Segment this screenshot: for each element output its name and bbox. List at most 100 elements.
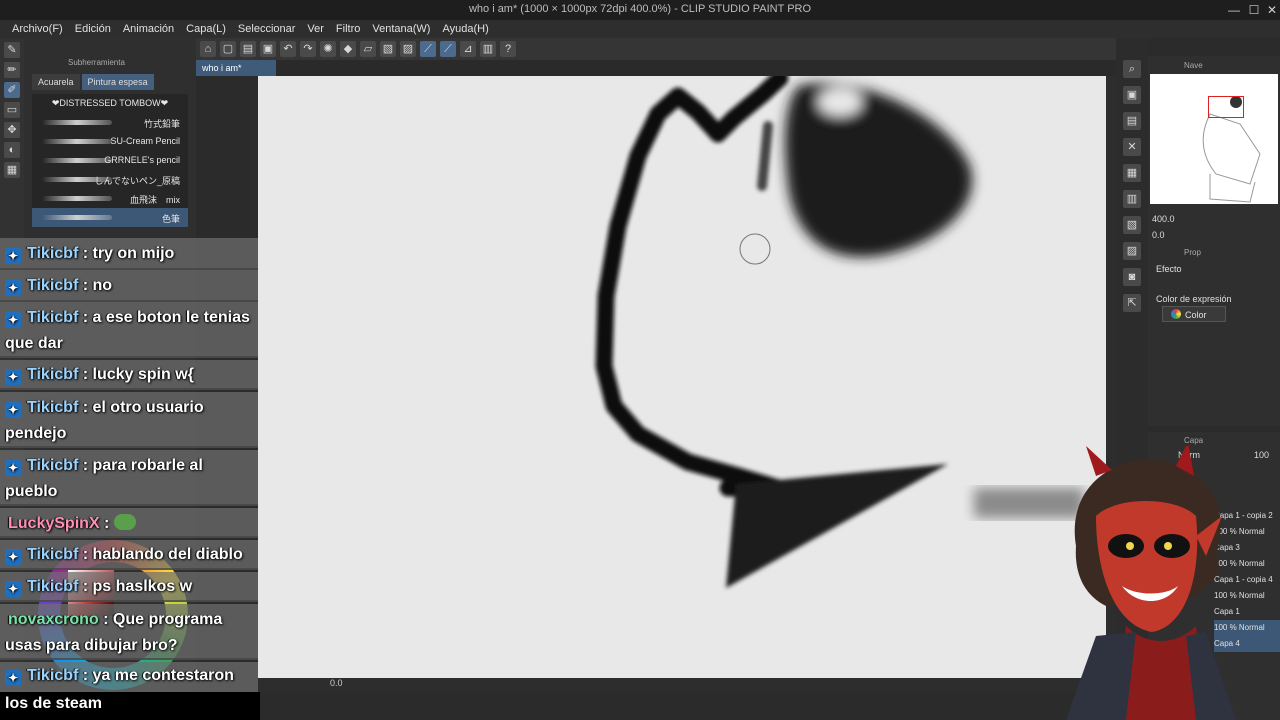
chat-badge-icon: ✦ <box>5 248 21 264</box>
pen-tool-icon[interactable]: ✎ <box>4 42 20 58</box>
menu-seleccionar[interactable]: Seleccionar <box>232 23 301 35</box>
properties-label: Prop <box>1184 248 1201 257</box>
frame-tool-icon[interactable]: ▦ <box>4 162 20 178</box>
redo-icon[interactable]: ↷ <box>300 41 316 57</box>
chat-line: LuckySpinX : <box>8 514 136 533</box>
help-icon[interactable]: ? <box>500 41 516 57</box>
brush-stroke-preview <box>42 196 112 201</box>
brush-item[interactable]: 血飛沫 mix <box>32 189 188 208</box>
chat-message: ✦ Tikicbf : ps haslkos w <box>0 572 258 602</box>
drawing-canvas[interactable] <box>258 76 1106 678</box>
brush-stroke-preview <box>42 120 112 125</box>
subtool-header: Subherramienta <box>68 58 125 67</box>
undo-icon[interactable]: ↶ <box>280 41 296 57</box>
home-icon[interactable]: ⌂ <box>200 41 216 57</box>
navigator-thumbnail[interactable] <box>1150 74 1278 204</box>
horizontal-scrollbar[interactable] <box>258 678 1106 692</box>
deselect-icon[interactable]: ▨ <box>400 41 416 57</box>
navigator-rotation[interactable]: 0.0 <box>1152 230 1165 240</box>
menu-animacion[interactable]: Animación <box>117 23 180 35</box>
fill-icon[interactable]: ◆ <box>340 41 356 57</box>
grid-icon[interactable]: ▦ <box>1123 164 1141 182</box>
brush-item[interactable]: GRRNELE's pencil <box>32 151 188 170</box>
layer-opacity-field[interactable]: 100 <box>1254 450 1269 460</box>
tab-acuarela[interactable]: Acuarela <box>32 74 80 90</box>
menu-archivo[interactable]: Archivo(F) <box>6 23 69 35</box>
pencil-tool-icon[interactable]: ✏ <box>4 62 20 78</box>
effect-label: Efecto <box>1156 264 1182 274</box>
brush-label: 血飛沫 mix <box>130 195 180 205</box>
stream-chat-overlay: ✦ Tikicbf : try on mijo ✦ Tikicbf : no ✦ Ti… <box>0 238 260 720</box>
navigator-sketch <box>1202 96 1261 203</box>
minimize-button[interactable]: — <box>1226 2 1242 18</box>
brush-item[interactable]: 竹式鉛筆 <box>32 113 188 132</box>
brush-item[interactable]: SU-Cream Pencil <box>32 132 188 151</box>
close-panel-icon[interactable]: ✕ <box>1123 138 1141 156</box>
brush-label: SU-Cream Pencil <box>110 136 180 146</box>
transform-icon[interactable]: ▧ <box>380 41 396 57</box>
color-set-icon[interactable]: ▧ <box>1123 216 1141 234</box>
camera-icon[interactable]: ◙ <box>1123 268 1141 286</box>
menu-ver[interactable]: Ver <box>301 23 330 35</box>
layers-icon[interactable]: ▤ <box>1123 112 1141 130</box>
brush-stroke-preview <box>42 177 112 182</box>
chat-message: ✦ Tikicbf : lucky spin w{ <box>0 360 258 390</box>
chat-line: novaxcrono : Que programa <box>8 611 223 628</box>
save-icon[interactable]: ▣ <box>260 41 276 57</box>
brush-stroke-preview <box>42 139 112 144</box>
chat-line: ✦ Tikicbf : para robarle al <box>5 457 203 476</box>
menu-filtro[interactable]: Filtro <box>330 23 366 35</box>
chat-badge-icon: ✦ <box>5 280 21 296</box>
blend-tool-icon[interactable]: ◐ <box>4 142 20 158</box>
export-icon[interactable]: ⇱ <box>1123 294 1141 312</box>
snap-special-icon[interactable]: ⟋ <box>440 41 456 57</box>
chat-text: para robarle al <box>92 457 203 474</box>
maximize-button[interactable]: ☐ <box>1246 2 1262 18</box>
brush-item-selected[interactable]: 色筆 <box>32 208 188 227</box>
chat-username: LuckySpinX <box>8 515 100 532</box>
brush-label: ❤DISTRESSED TOMBOW❤ <box>51 98 169 108</box>
brush-item[interactable]: ❤DISTRESSED TOMBOW❤ <box>32 94 188 113</box>
chat-line: ✦ Tikicbf : no <box>5 277 112 296</box>
brush-tool-icon[interactable]: ✐ <box>4 82 20 98</box>
chat-text: hablando del diablo <box>92 546 243 563</box>
brush-cursor <box>739 233 771 265</box>
chat-text: Que programa <box>112 611 223 628</box>
navigator-viewport-box[interactable] <box>1208 96 1244 118</box>
move-tool-icon[interactable]: ✥ <box>4 122 20 138</box>
chat-text-continued: que dar <box>5 335 63 352</box>
eraser-tool-icon[interactable]: ▭ <box>4 102 20 118</box>
chat-message: ✦ Tikicbf : hablando del diablo <box>0 540 258 570</box>
history-icon[interactable]: ▨ <box>1123 242 1141 260</box>
snap-ruler-icon[interactable]: ⟋ <box>420 41 436 57</box>
new-file-icon[interactable]: ▢ <box>220 41 236 57</box>
brush-item[interactable]: しんでないペン_原稿 <box>32 170 188 189</box>
material-icon[interactable]: ▥ <box>1123 190 1141 208</box>
chat-username: Tikicbf <box>27 366 79 383</box>
tab-pintura-espesa[interactable]: Pintura espesa <box>81 74 154 90</box>
panel-icon[interactable]: ▣ <box>1123 86 1141 104</box>
document-icon[interactable]: ▥ <box>480 41 496 57</box>
chat-text: a ese boton le tenias <box>92 309 250 326</box>
chat-line: ✦ Tikicbf : ya me contestaron <box>5 667 234 686</box>
chat-badge-icon: ✦ <box>5 402 21 418</box>
menu-ayuda[interactable]: Ayuda(H) <box>436 23 494 35</box>
clear-icon[interactable]: ▱ <box>360 41 376 57</box>
chat-message: ✦ Tikicbf : para robarle al pueblo <box>0 450 258 506</box>
expression-color-dropdown[interactable]: Color <box>1162 306 1226 322</box>
chat-badge-icon: ✦ <box>5 670 21 686</box>
document-tab[interactable]: who i am* <box>196 60 276 76</box>
menu-capa[interactable]: Capa(L) <box>180 23 232 35</box>
title-bar: who i am* (1000 × 1000px 72dpi 400.0%) -… <box>0 0 1280 20</box>
search-icon[interactable]: ⌕ <box>1123 60 1141 78</box>
menu-edicion[interactable]: Edición <box>69 23 117 35</box>
chat-line: ✦ Tikicbf : ps haslkos w <box>5 578 192 597</box>
chat-username: Tikicbf <box>27 399 79 416</box>
close-button[interactable]: ✕ <box>1264 2 1280 18</box>
loading-icon[interactable]: ✺ <box>320 41 336 57</box>
open-file-icon[interactable]: ▤ <box>240 41 256 57</box>
navigator-zoom[interactable]: 400.0 <box>1152 214 1175 224</box>
chat-message: ✦ Tikicbf : try on mijo <box>0 238 258 270</box>
snap-grid-icon[interactable]: ⊿ <box>460 41 476 57</box>
menu-ventana[interactable]: Ventana(W) <box>366 23 436 35</box>
